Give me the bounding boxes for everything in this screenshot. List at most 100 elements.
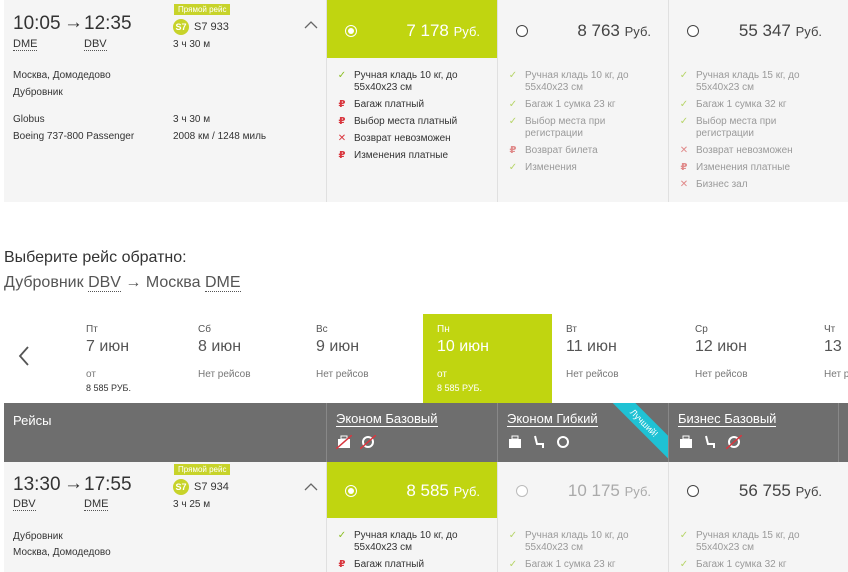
day-of-week: Вс [316, 324, 328, 335]
collapse-chevron-icon[interactable] [304, 478, 318, 494]
fare-radio[interactable] [516, 485, 528, 497]
departure-time: 13:30 [13, 474, 61, 495]
fare-feature: ✓ Выбор места при регистрации [679, 116, 835, 140]
return-from-code[interactable]: DBV [88, 274, 121, 292]
chevron-left-icon [18, 346, 29, 366]
fare-price-cell[interactable]: 10 175 Руб. [498, 462, 669, 518]
seat-icon [534, 435, 544, 448]
flight-number: S7 933 [194, 21, 229, 33]
day-of-week: Чт [824, 324, 836, 335]
fare-radio-selected[interactable] [345, 25, 357, 37]
fare-features: ✓ Ручная кладь 15 кг, до 55x40x23 см ✓ Бага… [679, 530, 835, 572]
fare-column: 55 347 Руб. ✓ Ручная кладь 15 кг, до 55x4… [668, 0, 839, 202]
fare-feature-text: Ручная кладь 15 кг, до 55x40x23 см [696, 530, 800, 553]
day-status: Нет рейсов [695, 369, 748, 380]
fare-feature-text: Ручная кладь 10 кг, до 55x40x23 см [525, 530, 629, 553]
fare-feature: ✓ Ручная кладь 10 кг, до 55x40x23 см [337, 70, 493, 94]
fare-header-title[interactable]: Эконом Базовый [336, 412, 438, 427]
departure-code[interactable]: DBV [13, 498, 36, 511]
calendar-day[interactable]: Пт 7 июн от 8 585 РУБ. [86, 314, 196, 403]
fare-feature-text: Изменения [525, 162, 577, 173]
fare-feature-text: Изменения платные [354, 150, 449, 161]
return-route-arrow: → [125, 274, 142, 291]
fare-header-title[interactable]: Эконом Гибкий [507, 412, 598, 427]
day-date: 13 [824, 338, 842, 355]
ruble-fee-icon: ₽ [338, 116, 346, 127]
day-date: 8 июн [198, 338, 242, 355]
s7-airline-logo: S7 [173, 19, 189, 35]
fare-feature: ✓ Выбор места при регистрации [508, 116, 664, 140]
fare-feature-text: Ручная кладь 10 кг, до 55x40x23 см [525, 70, 629, 93]
fare-feature: ✓ Ручная кладь 15 кг, до 55x40x23 см [679, 70, 835, 94]
calendar-prev-button[interactable] [16, 344, 40, 372]
check-icon: ✓ [508, 559, 518, 570]
fare-header-cell[interactable]: Бизнес Базовый [668, 403, 839, 462]
fare-header-title[interactable]: Бизнес Базовый [678, 412, 777, 427]
check-icon: ✓ [508, 530, 518, 541]
seat-icon [705, 435, 715, 448]
collapse-chevron-icon[interactable] [304, 16, 318, 32]
cross-icon: ✕ [679, 179, 689, 190]
fare-feature: ✕ Возврат невозможен [337, 133, 493, 145]
departure-code[interactable]: DME [13, 38, 38, 51]
fare-price-cell[interactable]: 8 763 Руб. [498, 0, 669, 58]
fare-feature: ✓ Ручная кладь 15 кг, до 55x40x23 см [679, 530, 835, 554]
cross-icon: ✕ [679, 145, 689, 156]
fare-feature-text: Бизнес зал [696, 179, 748, 190]
fare-price-cell[interactable]: 56 755 Руб. [669, 462, 840, 518]
fare-feature-text: Выбор места при регистрации [525, 116, 606, 139]
fare-price-cell[interactable]: 7 178 Руб. [327, 0, 498, 58]
departure-time: 10:05 [13, 13, 61, 34]
fare-header-icons [507, 435, 571, 449]
fare-column: 56 755 Руб. ✓ Ручная кладь 15 кг, до 55x4… [668, 462, 839, 572]
fare-column: 7 178 Руб. ✓ Ручная кладь 10 кг, до 55x40… [326, 0, 498, 202]
arrival-code[interactable]: DBV [84, 38, 107, 51]
arrival-time: 17:55 [84, 474, 132, 495]
fare-feature: ₽ Изменения платные [679, 162, 835, 174]
fare-feature: ✓ Изменения [508, 162, 664, 174]
return-to-code[interactable]: DME [204, 274, 241, 292]
fare-radio[interactable] [687, 25, 699, 37]
fare-header-cell[interactable]: Эконом Гибкий Лучший! [497, 403, 668, 462]
fare-feature: ✓ Ручная кладь 10 кг, до 55x40x23 см [508, 70, 664, 94]
check-icon: ✓ [679, 116, 689, 127]
day-date: 11 июн [566, 338, 617, 355]
check-icon: ✓ [679, 530, 689, 541]
fare-price: 8 763 Руб. [577, 21, 651, 40]
fare-radio[interactable] [687, 485, 699, 497]
ruble-fee-icon: ₽ [338, 559, 346, 570]
day-status: Нет рейсов [198, 369, 251, 380]
arrival-code[interactable]: DME [84, 498, 109, 511]
fare-feature: ₽ Выбор места платный [337, 116, 493, 128]
outbound-flight-card: 10:05 → 12:35 DME DBV Прямой рейс S7 S7 … [4, 0, 848, 202]
fare-price-cell[interactable]: 8 585 Руб. [327, 462, 498, 518]
baggage-crossed-icon [336, 435, 352, 449]
calendar-day[interactable]: Ср 12 июн Нет рейсов [695, 314, 805, 403]
calendar-day[interactable]: Чт 13 Нет р [824, 314, 848, 403]
fare-feature-text: Багаж 1 сумка 32 кг [696, 99, 787, 110]
flight-duration: 3 ч 30 м [173, 39, 211, 50]
calendar-day[interactable]: Сб 8 июн Нет рейсов [198, 314, 308, 403]
origin-airport: Дубровник [13, 531, 63, 542]
flight-number: S7 934 [194, 481, 229, 493]
fare-price: 56 755 Руб. [738, 481, 822, 500]
fare-feature: ✓ Багаж 1 сумка 23 кг [508, 99, 664, 111]
fare-feature-text: Ручная кладь 10 кг, до 55x40x23 см [354, 530, 458, 553]
fare-feature: ✓ Багаж 1 сумка 23 кг [508, 559, 664, 571]
fare-radio[interactable] [516, 25, 528, 37]
best-fare-ribbon: Лучший! [605, 403, 668, 462]
fare-price: 8 585 Руб. [406, 481, 480, 500]
fare-features: ✓ Ручная кладь 10 кг, до 55x40x23 см ₽ Бага… [337, 70, 493, 167]
flights-column-label: Рейсы [13, 413, 52, 428]
ruble-fee-icon: ₽ [338, 99, 346, 110]
check-icon: ✓ [337, 530, 347, 541]
calendar-day[interactable]: Вт 11 июн Нет рейсов [566, 314, 676, 403]
calendar-day[interactable]: Вс 9 июн Нет рейсов [316, 314, 426, 403]
calendar-day-selected[interactable]: Пн 10 июн от 8 585 РУБ. [423, 314, 552, 403]
fare-price: 7 178 Руб. [406, 21, 480, 40]
fare-radio-selected[interactable] [345, 485, 357, 497]
origin-airport: Москва, Домодедово [13, 70, 111, 81]
fare-feature: ₽ Багаж платный [337, 559, 493, 571]
fare-price-cell[interactable]: 55 347 Руб. [669, 0, 840, 58]
fare-header-cell[interactable]: Эконом Базовый [326, 403, 497, 462]
